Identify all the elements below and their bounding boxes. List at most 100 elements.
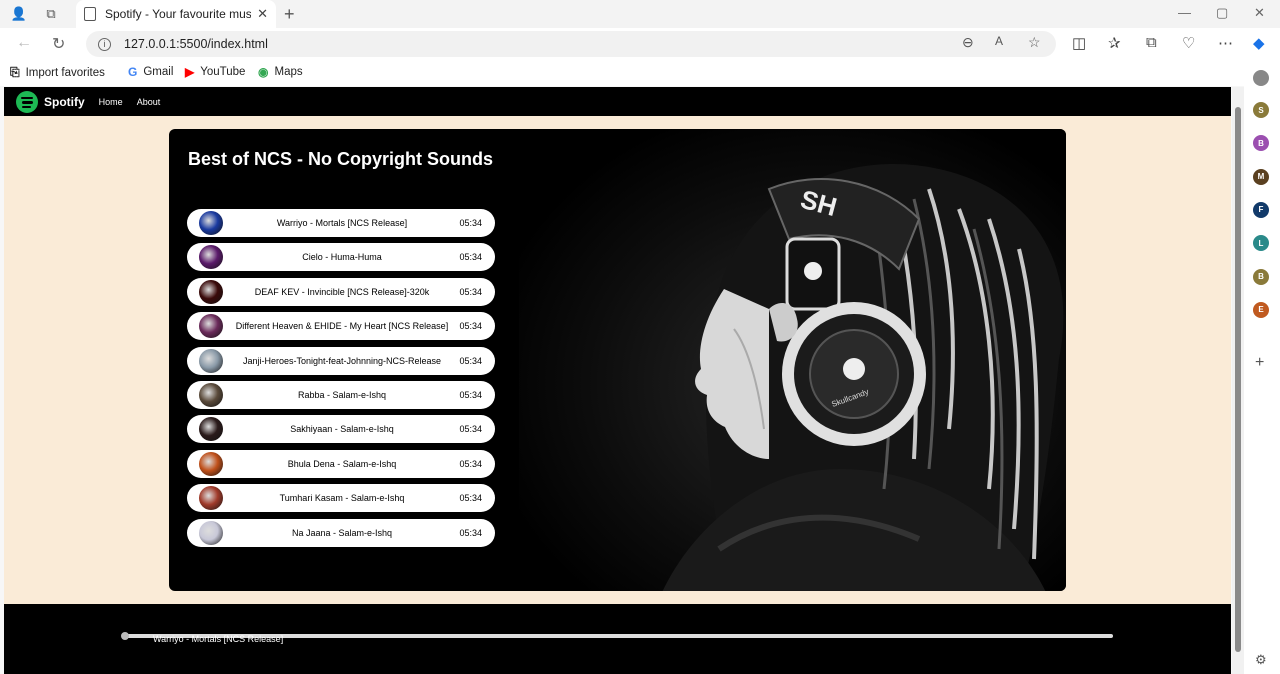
playlist-heading: Best of NCS - No Copyright Sounds (188, 149, 493, 169)
sidebar-avatar[interactable]: M (1253, 168, 1269, 185)
song-duration: 05:34 (459, 252, 482, 263)
favorite-gmail[interactable]: G Gmail (128, 65, 173, 79)
workspaces-icon[interactable]: ⧉ (42, 5, 60, 23)
add-sidebar-icon[interactable]: + (1255, 354, 1264, 372)
sidebar-avatar[interactable]: S (1253, 102, 1269, 118)
song-item[interactable]: Sakhiyaan - Salam-e-Ishq 05:34 (187, 415, 495, 444)
song-duration: 05:34 (459, 389, 482, 400)
sidebar-avatar[interactable]: B (1253, 135, 1269, 152)
sidebar-avatar[interactable]: E (1253, 301, 1269, 318)
address-toolbar: ← ↻ i 127.0.0.1:5500/index.html ⊖ A ☆ ◫ … (0, 28, 1280, 60)
song-item[interactable]: Bhula Dena - Salam-e-Ishq 05:34 (187, 449, 495, 478)
song-cover-image (199, 348, 223, 373)
sidebar-avatar[interactable]: F (1253, 201, 1269, 218)
song-cover-image (199, 245, 223, 270)
song-name: Cielo - Huma-Huma (302, 252, 382, 263)
info-icon[interactable]: i (98, 37, 111, 51)
progress-thumb[interactable] (121, 632, 129, 640)
scrollbar-thumb[interactable] (1235, 107, 1241, 652)
address-bar[interactable]: i 127.0.0.1:5500/index.html (86, 31, 1056, 57)
page-viewport: Spotify Home About SH Skullcandy Best of… (4, 87, 1231, 674)
page-scrollbar[interactable] (1232, 87, 1244, 674)
now-playing-title: Warriyo - Mortals [NCS Release] (153, 634, 284, 644)
song-cover-image (199, 486, 223, 511)
tab-title: Spotify - Your favourite music is (105, 7, 252, 21)
spotify-logo-icon[interactable] (16, 90, 38, 113)
song-list: Warriyo - Mortals [NCS Release] 05:34 Ciel… (187, 209, 495, 553)
song-cover-image (199, 417, 223, 442)
nav-about-link[interactable]: About (137, 97, 161, 107)
browser-tab[interactable]: Spotify - Your favourite music is ✕ (76, 0, 276, 28)
song-item[interactable]: Na Jaana - Salam-e-Ishq 05:34 (187, 518, 495, 547)
close-tab-icon[interactable]: ✕ (257, 6, 268, 22)
song-duration: 05:34 (459, 321, 482, 332)
brand-name[interactable]: Spotify (44, 95, 85, 109)
song-name: Na Jaana - Salam-e-Ishq (291, 527, 393, 538)
song-item[interactable]: Different Heaven & EHIDE - My Heart [NCS… (187, 312, 495, 341)
minimize-icon[interactable]: — (1178, 5, 1191, 20)
sidebar-avatar[interactable]: B (1253, 268, 1269, 285)
maximize-icon[interactable]: ▢ (1216, 5, 1228, 21)
favorite-star-icon[interactable]: ☆ (1028, 34, 1041, 51)
favorite-label: Gmail (143, 66, 174, 78)
favorite-youtube[interactable]: ▶ YouTube (185, 65, 245, 79)
nav-home-link[interactable]: Home (99, 97, 123, 107)
song-duration: 05:34 (459, 286, 482, 297)
url-text: 127.0.0.1:5500/index.html (124, 37, 268, 51)
song-item[interactable]: DEAF KEV - Invincible [NCS Release]-320k… (187, 277, 495, 306)
song-item[interactable]: Tumhari Kasam - Salam-e-Ishq 05:34 (187, 484, 495, 513)
refresh-icon[interactable]: ↻ (52, 34, 65, 54)
favorites-icon[interactable]: ✰ (1108, 34, 1121, 52)
song-item[interactable]: Warriyo - Mortals [NCS Release] 05:34 (187, 209, 495, 237)
back-icon[interactable]: ← (16, 34, 32, 52)
favorite-import[interactable]: ⎘ Import favorites (10, 65, 105, 80)
google-icon: G (128, 65, 138, 79)
song-duration: 05:34 (459, 458, 482, 469)
song-cover-image (199, 382, 223, 407)
sidebar-avatar[interactable]: L (1253, 235, 1269, 252)
maps-icon: ◉ (258, 65, 269, 79)
site-navbar: Spotify Home About (4, 87, 1231, 116)
song-cover-image (199, 314, 223, 339)
song-duration: 05:34 (459, 527, 482, 538)
favorite-maps[interactable]: ◉ Maps (258, 65, 303, 79)
favorite-label: YouTube (200, 66, 246, 78)
split-screen-icon[interactable]: ◫ (1072, 34, 1086, 52)
song-name: Warriyo - Mortals [NCS Release] (276, 218, 408, 228)
song-name: Sakhiyaan - Salam-e-Ishq (290, 424, 394, 435)
browser-essentials-icon[interactable]: ♡ (1182, 34, 1195, 52)
settings-icon[interactable]: ⚙ (1255, 652, 1267, 668)
song-name: Different Heaven & EHIDE - My Heart [NCS… (235, 321, 449, 332)
song-duration: 05:34 (459, 424, 482, 435)
read-aloud-icon[interactable]: A (995, 34, 1003, 48)
page-icon (84, 7, 96, 21)
sidebar-app-icon[interactable] (1253, 70, 1269, 86)
favorites-bar: ⎘ Import favorites G Gmail ▶ YouTube ◉ M… (0, 60, 1280, 86)
song-item[interactable]: Cielo - Huma-Huma 05:34 (187, 243, 495, 272)
player-bar: Warriyo - Mortals [NCS Release] (4, 604, 1231, 674)
song-cover-image (199, 520, 223, 545)
more-menu-icon[interactable]: ⋯ (1218, 34, 1233, 52)
import-icon: ⎘ (10, 65, 20, 79)
song-name: Tumhari Kasam - Salam-e-Ishq (279, 493, 405, 504)
edge-sidebar: SBMFLBE + ⚙ (1244, 60, 1280, 674)
collections-icon[interactable]: ⧉ (1146, 34, 1157, 51)
song-cover-image (199, 451, 223, 476)
close-window-icon[interactable]: ✕ (1254, 5, 1265, 21)
new-tab-icon[interactable]: + (284, 4, 295, 25)
songs-container: SH Skullcandy Best of NCS - No Copyright… (169, 129, 1066, 591)
song-item[interactable]: Rabba - Salam-e-Ishq 05:34 (187, 380, 495, 409)
song-cover-image (199, 279, 223, 304)
zoom-icon[interactable]: ⊖ (962, 34, 974, 51)
song-name: Janji-Heroes-Tonight-feat-Johnning-NCS-R… (242, 355, 442, 366)
song-duration: 05:34 (459, 218, 482, 228)
profile-icon[interactable]: 👤 (10, 5, 28, 23)
song-name: Rabba - Salam-e-Ishq (297, 389, 387, 400)
song-name: Bhula Dena - Salam-e-Ishq (287, 458, 397, 469)
headphones-girl-image: SH Skullcandy (519, 129, 1066, 591)
favorite-label: Import favorites (25, 66, 105, 79)
copilot-icon[interactable]: ◆ (1253, 34, 1265, 52)
song-item[interactable]: Janji-Heroes-Tonight-feat-Johnning-NCS-R… (187, 346, 495, 375)
song-duration: 05:34 (459, 355, 482, 366)
youtube-icon: ▶ (185, 65, 195, 79)
